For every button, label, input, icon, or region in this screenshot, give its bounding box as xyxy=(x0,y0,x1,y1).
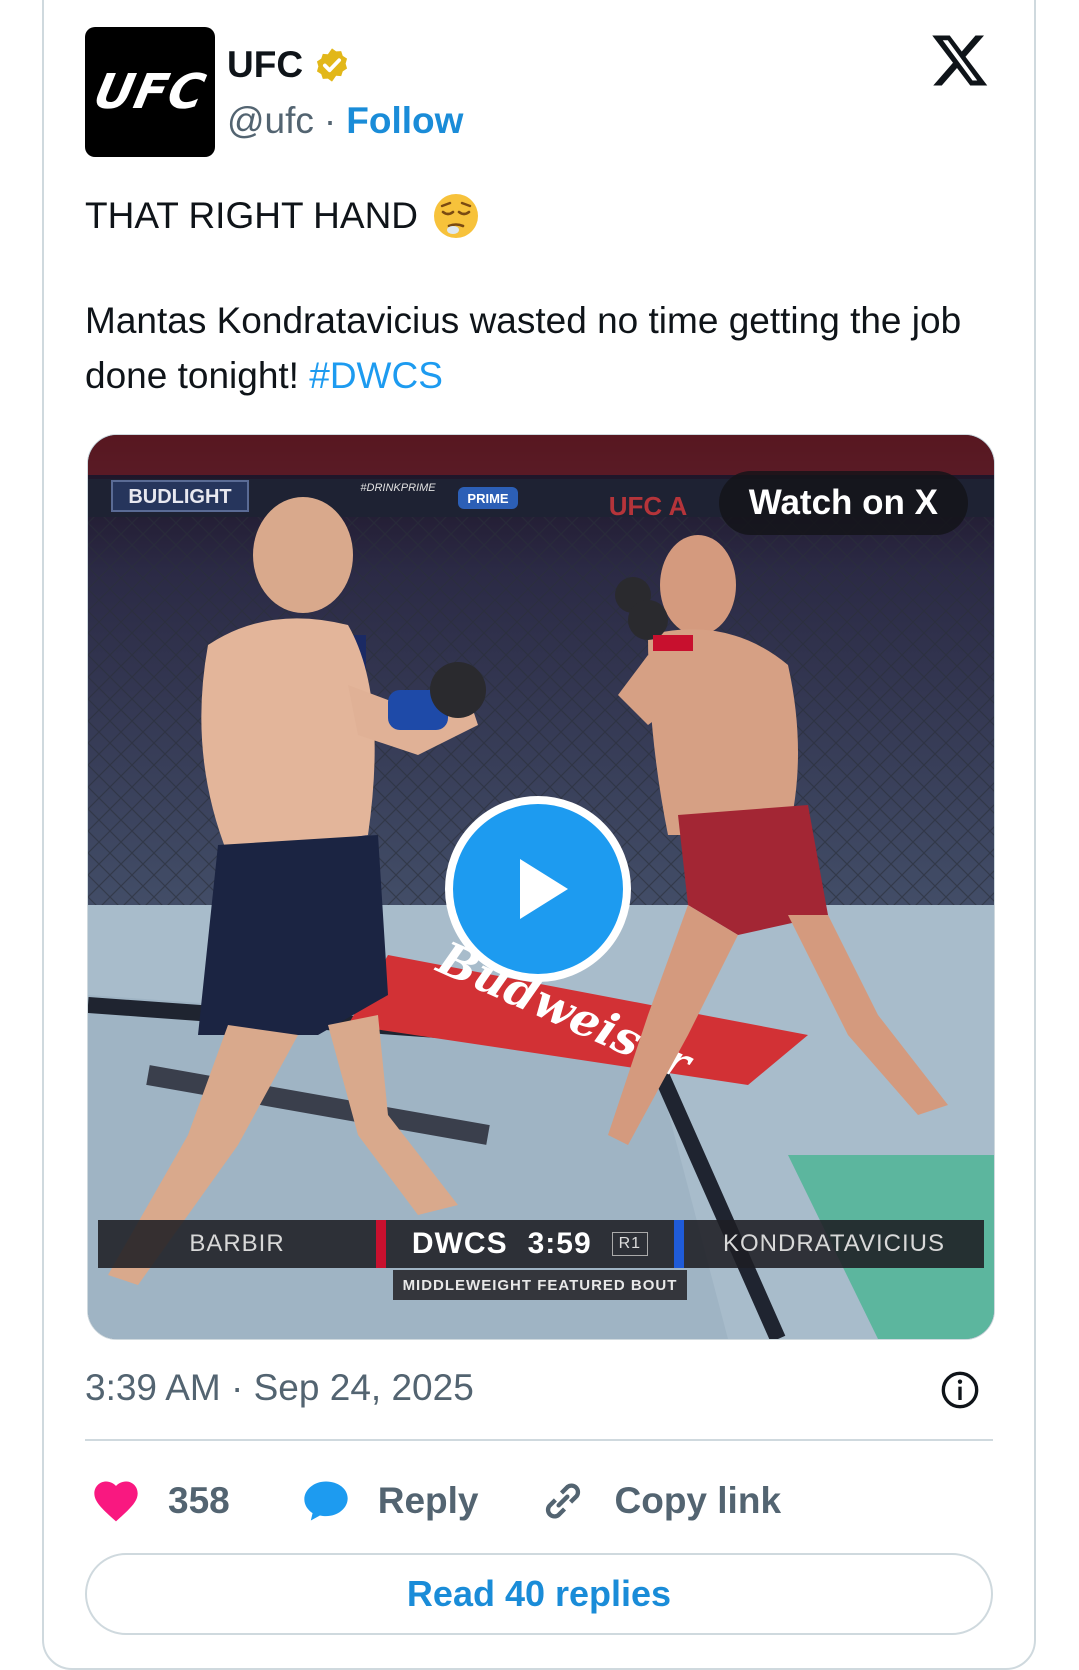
scoreboard-round: R1 xyxy=(611,1232,649,1256)
watch-on-x-button[interactable]: Watch on X xyxy=(718,471,968,535)
scoreboard-fighter-right: KONDRATAVICIUS xyxy=(722,1230,946,1257)
tweet-text-headline: THAT RIGHT HAND xyxy=(85,195,419,236)
handle-row: @ufc · Follow xyxy=(227,100,463,142)
divider xyxy=(85,1439,993,1441)
verified-badge-icon xyxy=(317,48,348,82)
scoreboard-fighter-left: BARBIR xyxy=(189,1230,285,1257)
read-replies-button[interactable]: Read 40 replies xyxy=(85,1553,993,1635)
video-scoreboard: BARBIR DWCS 3:59 R1 KONDRATAVICIUS xyxy=(98,1220,984,1268)
scoreboard-center: DWCS 3:59 R1 xyxy=(386,1227,674,1261)
banner-prime-text: PRIME xyxy=(467,491,509,506)
reply-button[interactable]: Reply xyxy=(378,1480,479,1522)
relieved-face-emoji-icon xyxy=(434,194,479,238)
hashtag-link[interactable]: #DWCS xyxy=(309,355,443,396)
banner-drinkprime-text: #DRINKPRIME xyxy=(360,482,436,494)
banner-budlight-text: BUDLIGHT xyxy=(128,486,231,508)
author-name-row: UFC xyxy=(227,44,351,86)
follow-link[interactable]: Follow xyxy=(346,100,463,142)
info-icon[interactable] xyxy=(940,1370,980,1410)
scoreboard-red-corner xyxy=(376,1220,386,1268)
separator-dot: · xyxy=(323,100,337,141)
play-button[interactable] xyxy=(445,796,631,982)
tweet-text-body: Mantas Kondratavicius wasted no time get… xyxy=(85,293,985,403)
tweet-timestamp[interactable]: 3:39 AM · Sep 24, 2025 xyxy=(85,1367,474,1409)
scoreboard-clock: 3:59 xyxy=(527,1227,592,1260)
heart-icon[interactable] xyxy=(90,1475,142,1527)
author-handle[interactable]: @ufc xyxy=(227,100,314,142)
banner-ufc-text: UFC A xyxy=(609,491,688,521)
ufc-logo-text: UFC xyxy=(89,64,211,120)
x-logo-icon[interactable] xyxy=(930,30,990,90)
avatar[interactable]: UFC xyxy=(85,27,215,157)
like-count[interactable]: 358 xyxy=(168,1480,230,1522)
author-name[interactable]: UFC xyxy=(227,44,303,86)
tweet-body-text: Mantas Kondratavicius wasted no time get… xyxy=(85,300,962,396)
copy-link-button[interactable]: Copy link xyxy=(615,1480,782,1522)
scoreboard-event: DWCS xyxy=(411,1227,508,1260)
reply-bubble-icon[interactable] xyxy=(300,1475,352,1527)
action-bar: 358 Reply Copy link xyxy=(90,1475,781,1527)
tweet-line-1: THAT RIGHT HAND xyxy=(85,192,480,240)
scoreboard-subtitle: MIDDLEWEIGHT FEATURED BOUT xyxy=(393,1270,687,1300)
scoreboard-blue-corner xyxy=(674,1220,684,1268)
play-icon xyxy=(520,859,568,919)
link-icon[interactable] xyxy=(537,1475,589,1527)
video-player[interactable]: BUDLIGHT #DRINKPRIME PRIME UFC A Budweis… xyxy=(87,434,995,1340)
